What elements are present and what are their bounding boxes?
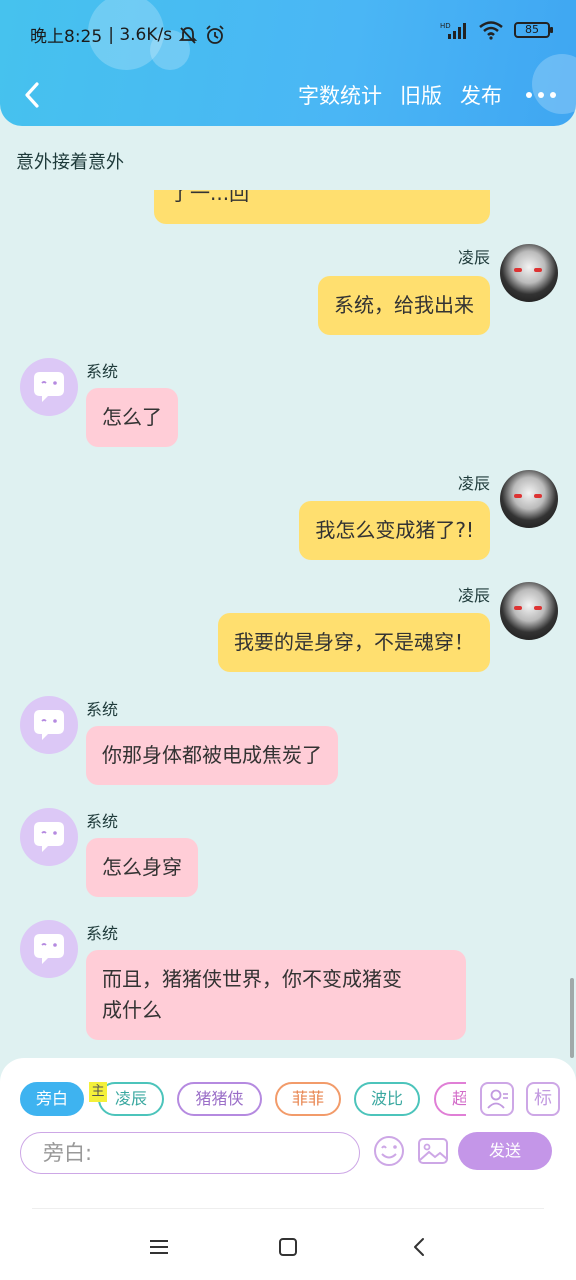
publish-button[interactable]: 发布 <box>460 80 502 110</box>
message-bubble: 我要的是身穿，不是魂穿！ <box>218 613 490 672</box>
message-text: 我要的是身穿，不是魂穿！ <box>234 630 474 654</box>
system-nav-bar <box>0 1210 576 1280</box>
message-bubble: 你那身体都被电成焦炭了 <box>86 726 338 785</box>
message-bubble: 怎么身穿 <box>86 838 198 897</box>
chat-scrollbar[interactable] <box>570 978 574 1058</box>
user-avatar[interactable] <box>500 582 558 640</box>
sender-name: 凌辰 <box>457 474 490 493</box>
story-title-bar: 意外接着意外 <box>0 126 576 190</box>
message-text: 怎么了 <box>102 405 162 429</box>
chip-feifei[interactable]: 菲菲 <box>275 1082 341 1116</box>
tag-button[interactable]: 标 <box>526 1082 560 1116</box>
message-bubble: 我怎么变成猪了?! <box>299 501 490 560</box>
input-panel: 旁白 凌辰 猪猪侠 菲菲 波比 超 主 标 旁白: 发送 <box>0 1058 576 1210</box>
message-text: 你那身体都被电成焦炭了 <box>102 743 322 767</box>
chat-bubble-icon <box>34 822 64 852</box>
image-icon[interactable] <box>416 1134 450 1168</box>
back-icon[interactable] <box>405 1232 435 1262</box>
menu-icon[interactable] <box>144 1232 174 1262</box>
nav-row: 字数统计 旧版 发布 <box>0 74 576 120</box>
system-avatar[interactable] <box>20 358 78 416</box>
old-version-button[interactable]: 旧版 <box>400 80 442 110</box>
send-button[interactable]: 发送 <box>458 1132 552 1170</box>
chat-bubble-icon <box>34 934 64 964</box>
chat-bubble-icon <box>34 710 64 740</box>
user-avatar[interactable] <box>500 244 558 302</box>
dialogue-input[interactable]: 旁白: <box>20 1132 360 1174</box>
system-avatar[interactable] <box>20 696 78 754</box>
wifi-icon <box>479 21 503 40</box>
chat-area: 了一...回 凌辰 系统，给我出来 系统 怎么了 凌辰 我怎么变成猪了?! 凌辰… <box>0 126 576 1058</box>
sender-name: 系统 <box>86 924 119 943</box>
app-header: 晚上8:25 | 3.6K/s HD 85 字数统计 旧版 发布 <box>0 0 576 126</box>
message-bubble: 系统，给我出来 <box>318 276 490 335</box>
divider <box>32 1208 544 1209</box>
bell-muted-icon <box>178 26 198 44</box>
home-icon[interactable] <box>273 1232 303 1262</box>
sender-name: 凌辰 <box>457 248 490 267</box>
person-icon <box>487 1089 508 1109</box>
chip-lingchen[interactable]: 凌辰 <box>98 1082 164 1116</box>
status-bar: 晚上8:25 | 3.6K/s HD 85 <box>30 20 553 48</box>
sender-name: 凌辰 <box>457 586 490 605</box>
message-text-line: 成什么 <box>102 998 162 1022</box>
sender-name: 系统 <box>86 812 119 831</box>
message-text-line: 而且，猪猪侠世界，你不变成猪变 <box>102 967 402 991</box>
network-speed: | 3.6K/s <box>108 24 173 45</box>
message-bubble: 怎么了 <box>86 388 178 447</box>
alarm-clock-icon <box>206 24 224 44</box>
chip-narrator[interactable]: 旁白 <box>20 1082 84 1116</box>
message-bubble: 而且，猪猪侠世界，你不变成猪变 成什么 <box>86 950 466 1040</box>
more-options-icon[interactable] <box>526 92 556 98</box>
emoji-icon[interactable] <box>372 1134 406 1168</box>
back-arrow-icon[interactable] <box>18 80 48 110</box>
message-text: 系统，给我出来 <box>334 293 474 317</box>
main-character-tag: 主 <box>89 1082 107 1102</box>
sender-name: 系统 <box>86 700 119 719</box>
system-avatar[interactable] <box>20 808 78 866</box>
word-count-button[interactable]: 字数统计 <box>298 80 382 110</box>
user-avatar[interactable] <box>500 470 558 528</box>
message-text: 怎么身穿 <box>102 855 182 879</box>
hd-label: HD <box>440 22 451 30</box>
story-title: 意外接着意外 <box>16 152 124 173</box>
battery-indicator: 85 <box>514 22 553 38</box>
status-time: 晚上8:25 <box>30 27 103 47</box>
sender-name: 系统 <box>86 362 119 381</box>
message-text: 我怎么变成猪了?! <box>315 518 474 542</box>
signal-icon: HD <box>440 22 466 39</box>
chip-chao[interactable]: 超 <box>434 1082 466 1116</box>
character-manage-button[interactable] <box>480 1082 514 1116</box>
chip-zhuzhuxia[interactable]: 猪猪侠 <box>177 1082 262 1116</box>
chat-bubble-icon <box>34 372 64 402</box>
system-avatar[interactable] <box>20 920 78 978</box>
chip-bobi[interactable]: 波比 <box>354 1082 420 1116</box>
character-chips: 旁白 凌辰 猪猪侠 菲菲 波比 超 <box>20 1080 466 1120</box>
